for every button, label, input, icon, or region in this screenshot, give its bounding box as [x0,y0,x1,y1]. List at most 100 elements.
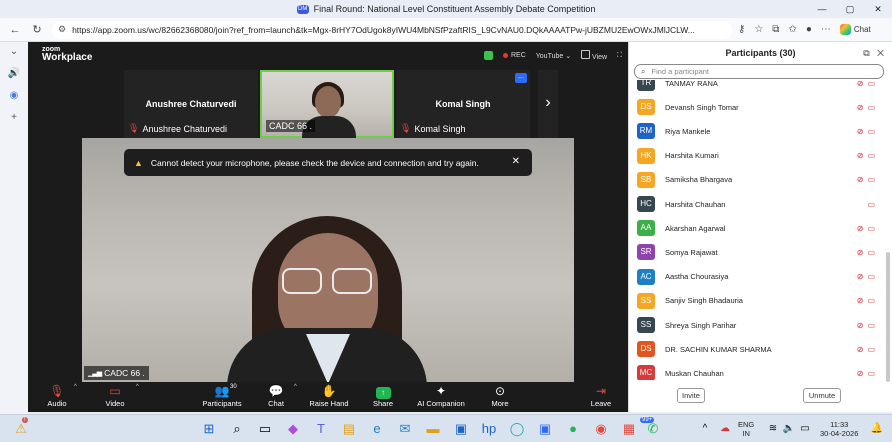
spotify-icon[interactable]: ● [564,421,582,437]
zoom-app-icon[interactable]: ▣ [536,421,554,437]
close-panel-icon[interactable]: ✕ [877,48,884,58]
muted-status-icons: ▭ [867,199,879,209]
video-caret-icon[interactable]: ^ [136,384,139,390]
muted-status-icons: ⊘▭ [856,368,879,378]
chat-button[interactable]: 💬 Chat ^ [264,384,297,408]
weather-icon[interactable]: ⚠ [12,421,30,437]
store-icon[interactable]: ▣ [452,421,470,437]
tab-favicon: DM [296,4,309,14]
more-button[interactable]: ⊙ More [486,384,514,408]
profile-icon[interactable]: ● [806,24,812,35]
muted-status-icons: ⊘▭ [856,272,879,282]
zoom-logo: zoom Workplace [42,46,92,63]
participant-strip: Anushree Chaturvedi 🎙 Anushree Chaturved… [124,70,530,140]
tray-app-icon[interactable]: ☁ [716,421,734,437]
copilot-icon[interactable]: ◆ [284,421,302,437]
raise-hand-button[interactable]: ✋ Raise Hand [308,384,350,408]
video-tile[interactable]: Anushree Chaturvedi 🎙 Anushree Chaturved… [124,70,258,138]
add-icon[interactable]: + [0,112,28,123]
star-icon[interactable]: ☆ [754,24,763,35]
participants-icon: 👥 [214,384,230,398]
fullscreen-icon[interactable]: ⛶ [617,52,622,60]
participant-row[interactable]: HK Harshita Kumari ⊘▭ [637,147,879,165]
edge-icon[interactable]: e [368,421,386,437]
participant-row[interactable]: SS Sanjiv Singh Bhadauria ⊘▭ [637,292,879,310]
mail-icon[interactable]: ✉ [396,421,414,437]
invite-button[interactable]: Invite [677,388,705,403]
close-window-icon[interactable]: ✕ [864,0,892,18]
window-controls: — ▢ ✕ [808,0,892,18]
close-toast-icon[interactable]: ✕ [512,156,520,167]
tile-name-large: Komal Singh [435,99,491,109]
tab-title[interactable]: Final Round: National Level Constituent … [314,4,596,14]
share-button[interactable]: ↑ Share [368,384,398,408]
participant-row[interactable]: DS Devansh Singh Tomar ⊘▭ [637,98,879,116]
url-field[interactable]: ⚙ https://app.zoom.us/wc/82662368080/joi… [52,20,732,39]
windows-start-icon[interactable]: ⊞ [200,421,218,437]
participant-row[interactable]: DS DR. SACHIN KUMAR SHARMA ⊘▭ [637,340,879,358]
participant-row[interactable]: AC Aastha Chourasiya ⊘▭ [637,268,879,286]
refresh-icon[interactable]: ↻ [30,23,44,36]
maximize-icon[interactable]: ▢ [836,0,864,18]
avatar: HC [637,196,655,212]
recording-indicator[interactable]: REC [502,52,526,59]
unmute-button[interactable]: Unmute [803,388,841,403]
participant-row[interactable]: SS Shreya Singh Parihar ⊘▭ [637,316,879,334]
participant-row[interactable]: AA Akarshan Agarwal ⊘▭ [637,219,879,237]
key-icon[interactable]: ⚷ [738,24,745,35]
popout-icon[interactable]: ⧉ [863,48,869,58]
battery-icon[interactable]: ▭ [796,421,814,437]
muted-status-icons: ⊘▭ [856,247,879,257]
video-button[interactable]: ▭ Video ^ [102,384,138,408]
participants-panel: Participants (30) ⧉ ✕ ⌕ Find a participa… [628,42,892,412]
back-icon[interactable]: ← [8,24,22,36]
participants-button[interactable]: 👥 Participants 30 [200,384,244,408]
participant-row[interactable]: SR Somya Rajawat ⊘▭ [637,243,879,261]
file-explorer-icon[interactable]: ▤ [340,421,358,437]
muted-status-icons: ⊘▭ [856,102,879,112]
copilot-chat-button[interactable]: Chat [839,24,871,35]
hp-icon[interactable]: hp [480,421,498,437]
chevron-down-icon[interactable]: ⌄ [0,46,28,57]
participant-row[interactable]: RM Riya Mankele ⊘▭ [637,122,879,140]
leave-button[interactable]: ⇥ Leave [588,384,614,408]
participant-row[interactable]: SB Samiksha Bhargava ⊘▭ [637,171,879,189]
teams-icon[interactable]: T [312,421,330,437]
office-icon[interactable]: ▦ [620,421,638,437]
youtube-stream-button[interactable]: YouTube ⌄ [536,52,571,60]
participant-row[interactable]: MC Muskan Chauhan ⊘▭ [637,364,879,380]
minimize-icon[interactable]: — [808,0,836,18]
cortana-icon[interactable]: ◯ [508,421,526,437]
participant-name: Harshita Kumari [665,151,719,161]
clock[interactable]: 11:33 30-04-2026 [820,420,858,438]
favorites-icon[interactable]: ✩ [788,24,796,35]
audio-caret-icon[interactable]: ^ [74,384,77,390]
tile-more-button[interactable]: ... [515,73,527,83]
task-view-icon[interactable]: ▭ [256,421,274,437]
app-icon[interactable]: ◉ [0,90,28,101]
language-indicator[interactable]: ENG IN [738,420,754,438]
audio-button[interactable]: 🎙 Audio ^ [44,384,76,408]
chat-caret-icon[interactable]: ^ [294,384,297,390]
folder-icon[interactable]: ▬ [424,421,442,437]
muted-mic-icon: 🎙 [128,123,140,133]
view-button[interactable]: View [581,50,607,61]
next-page-arrow-icon[interactable]: › [538,70,558,138]
split-icon[interactable]: ⧉ [772,24,779,35]
chrome-icon[interactable]: ◉ [592,421,610,437]
video-tile[interactable]: Komal Singh 🎙 Komal Singh ... [396,70,530,138]
participant-search-input[interactable]: ⌕ Find a participant [634,64,884,79]
participant-row[interactable]: HC Harshita Chauhan ▭ [637,195,879,213]
speaker-icon[interactable]: 🔊 [0,68,28,79]
scrollbar[interactable] [886,252,890,382]
menu-dots-icon[interactable]: ⋯ [821,24,831,35]
tray-chevron-icon[interactable]: ^ [696,421,714,437]
site-info-icon[interactable]: ⚙ [58,24,66,35]
security-shield-icon[interactable] [483,51,493,60]
ai-companion-button[interactable]: ✦ AI Companion [414,384,468,408]
participant-row[interactable]: TR TANMAY RANA ⊘▭ [637,80,879,92]
whatsapp-icon[interactable]: ✆ [644,421,662,437]
notification-bell-icon[interactable]: 🔔 [868,421,886,437]
search-icon[interactable]: ⌕ [228,421,246,437]
video-tile-active[interactable]: CADC 66 . [260,70,394,140]
